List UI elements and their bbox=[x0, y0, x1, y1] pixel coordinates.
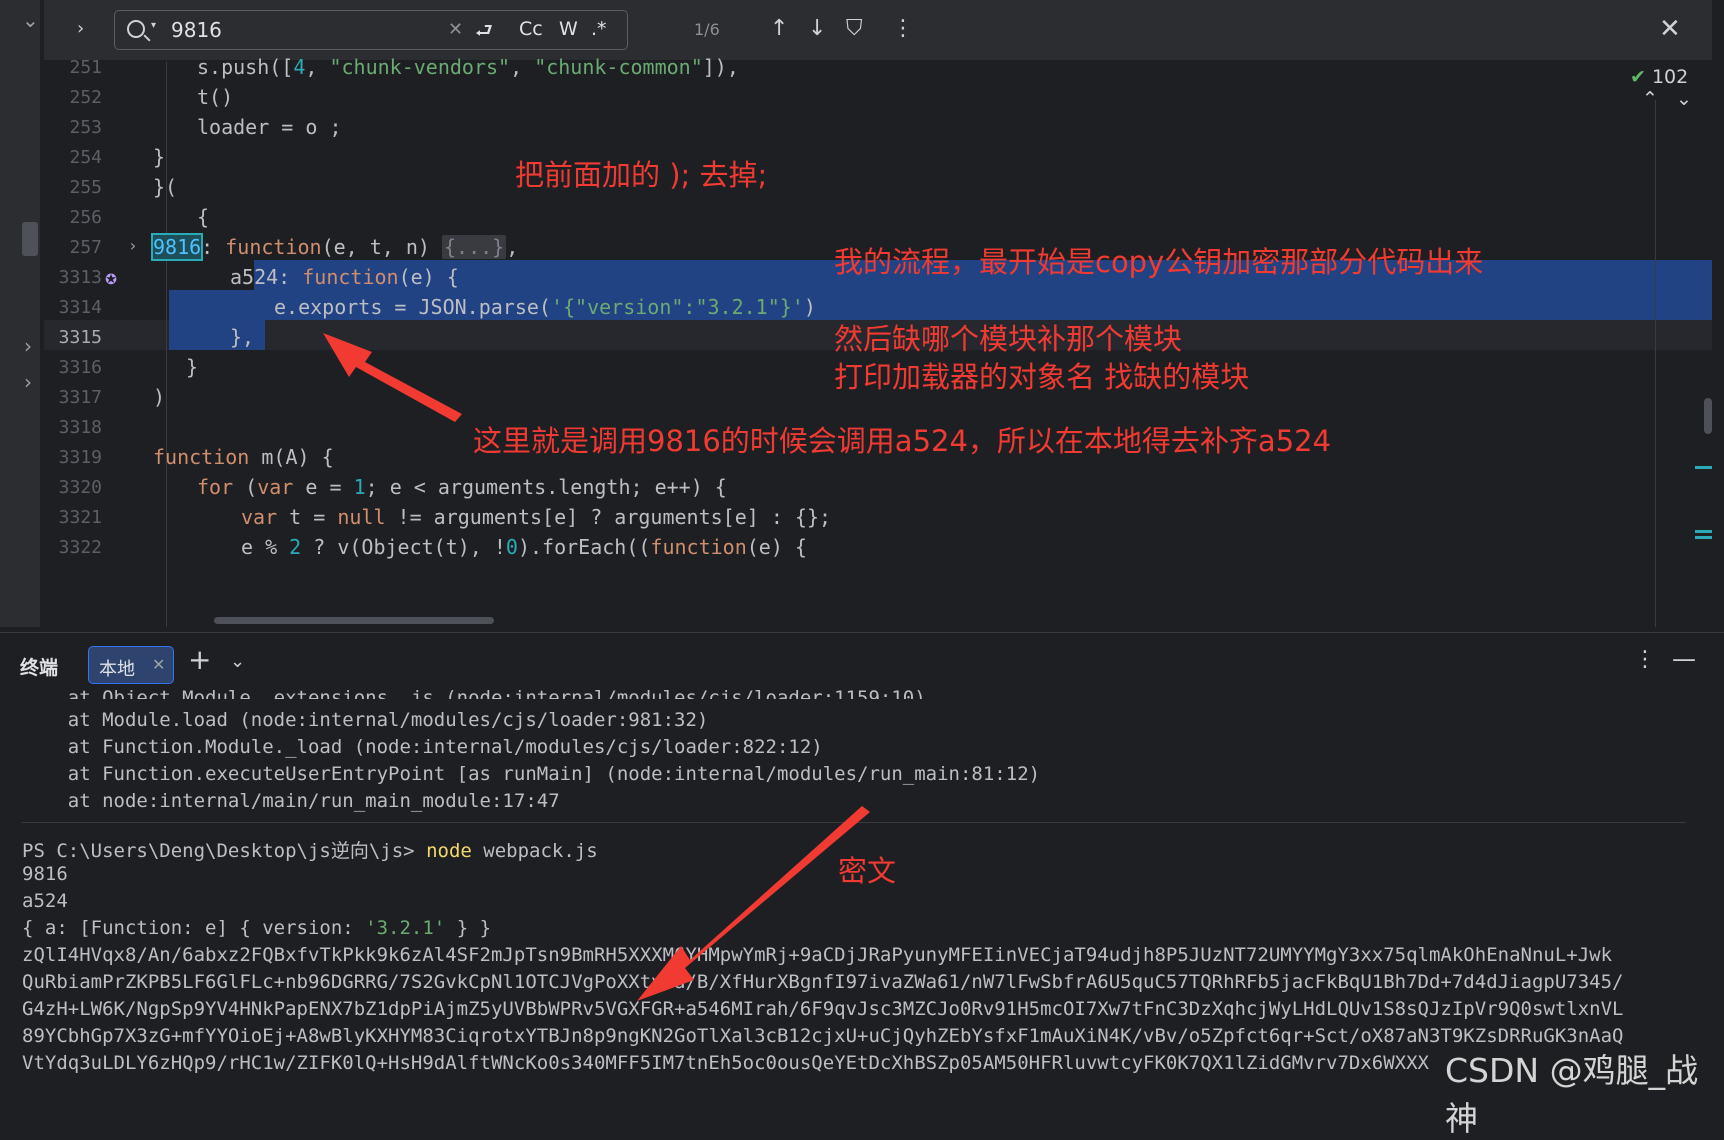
red-arrow-icon bbox=[323, 333, 462, 422]
annotation-arrows bbox=[323, 333, 870, 1001]
red-arrow-icon bbox=[637, 806, 870, 1001]
watermark: CSDN @鸡腿_战神 bbox=[1445, 1051, 1699, 1138]
